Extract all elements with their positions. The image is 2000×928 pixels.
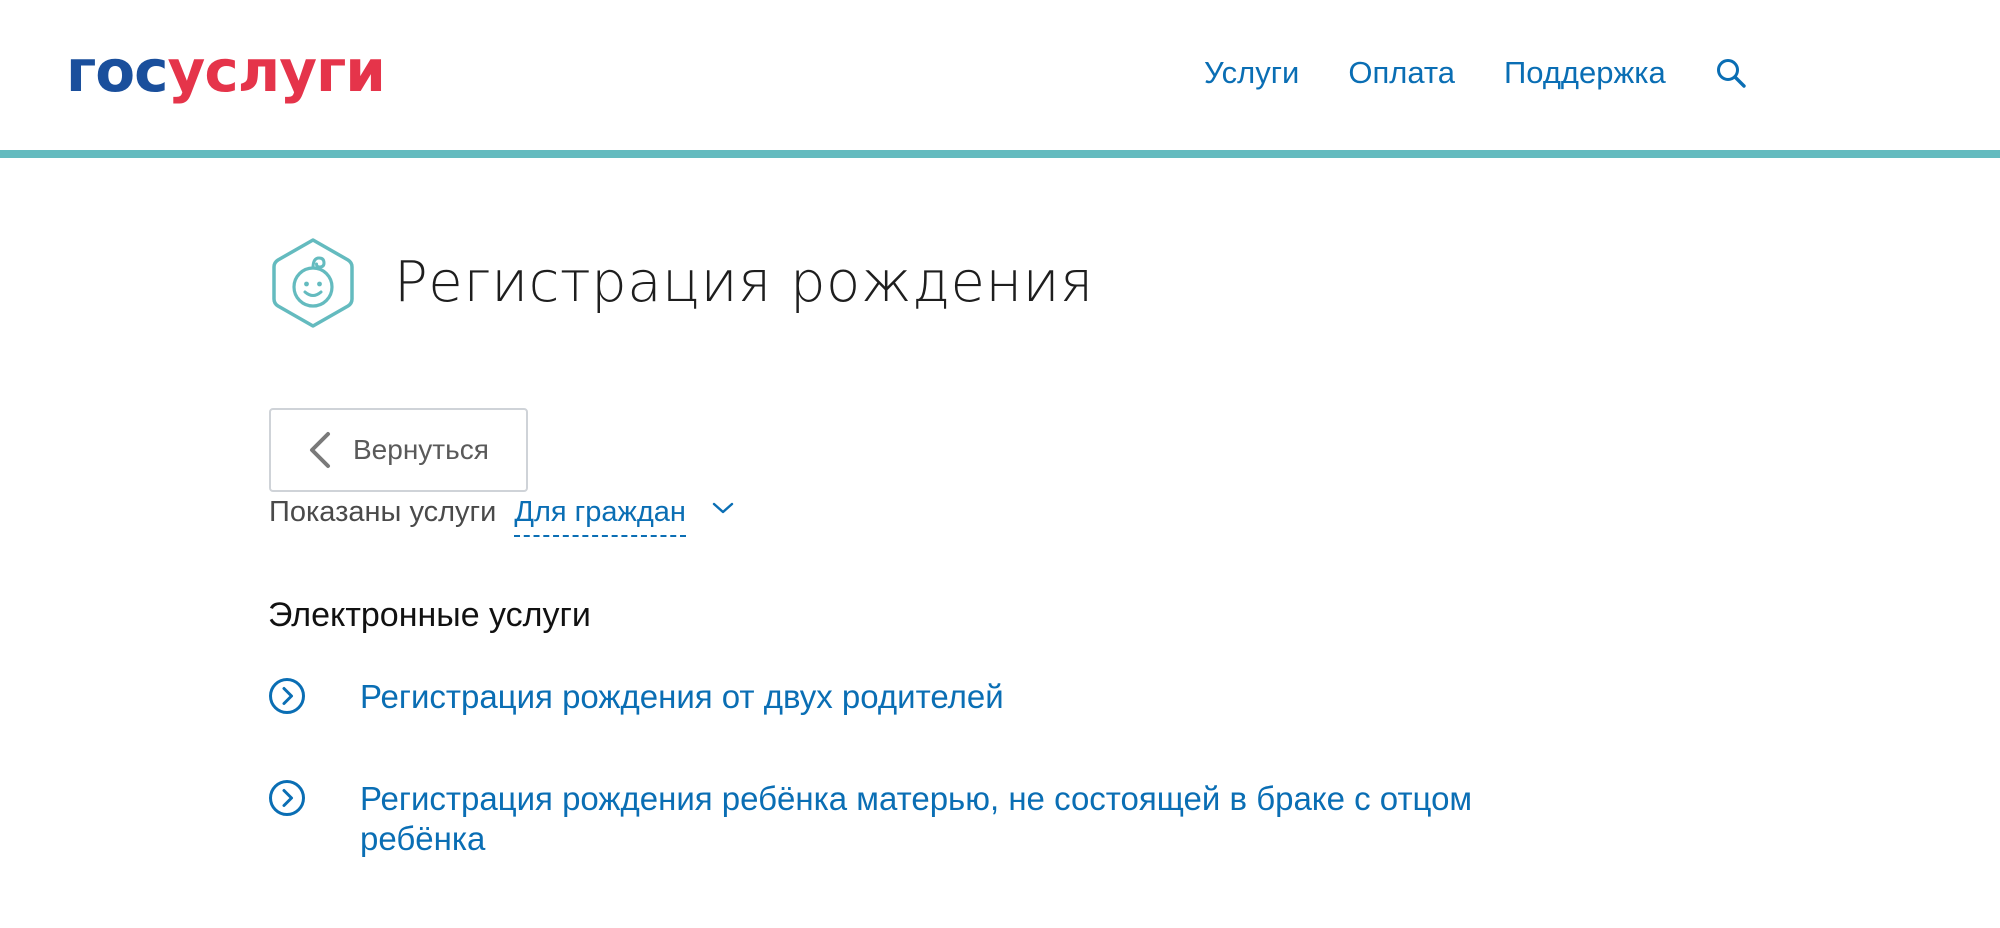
logo-part-gos: гос <box>66 37 169 105</box>
back-button[interactable]: Вернуться <box>269 408 528 492</box>
service-link-two-parents[interactable]: Регистрация рождения от двух родителей <box>268 677 1520 717</box>
page-title-block: Регистрация рождения <box>268 236 1094 330</box>
circle-arrow-right-icon <box>269 780 305 816</box>
chevron-down-icon[interactable] <box>711 500 735 516</box>
service-link-single-mother[interactable]: Регистрация рождения ребёнка матерью, не… <box>268 779 1520 859</box>
logo-part-uslugi: услуги <box>167 37 386 105</box>
filter-prefix-label: Показаны услуги <box>269 496 497 528</box>
section-title: Электронные услуги <box>268 596 591 634</box>
search-button[interactable] <box>1713 55 1749 91</box>
baby-face-icon <box>272 238 354 328</box>
audience-dropdown[interactable]: Для граждан <box>514 496 686 537</box>
gosuslugi-logo[interactable]: госуслуги <box>66 36 386 106</box>
nav-link-support[interactable]: Поддержка <box>1504 52 1666 94</box>
header-accent-stripe <box>0 150 2000 158</box>
chevron-left-icon <box>310 432 330 468</box>
nav-link-payment[interactable]: Оплата <box>1348 52 1455 94</box>
main-nav: Услуги Оплата Поддержка <box>1204 52 1749 94</box>
page-title: Регистрация рождения <box>394 250 1094 315</box>
service-link-label[interactable]: Регистрация рождения от двух родителей <box>360 677 1520 717</box>
nav-link-services[interactable]: Услуги <box>1204 52 1299 94</box>
site-header: госуслуги Услуги Оплата Поддержка <box>0 0 2000 158</box>
service-link-label[interactable]: Регистрация рождения ребёнка матерью, не… <box>360 779 1520 859</box>
audience-filter: Показаны услуги Для граждан <box>269 496 686 537</box>
search-icon <box>1716 59 1746 88</box>
back-button-label: Вернуться <box>353 434 489 465</box>
circle-arrow-right-icon <box>269 678 305 714</box>
